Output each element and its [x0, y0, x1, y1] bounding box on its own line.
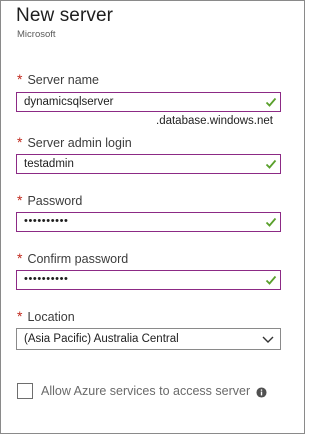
required-marker: *: [17, 192, 23, 208]
location-value: (Asia Pacific) Australia Central: [24, 333, 179, 345]
password-input[interactable]: ••••••••••: [16, 212, 281, 232]
password-value: ••••••••••: [24, 215, 69, 227]
location-label: * Location: [17, 308, 75, 324]
server-name-suffix: .database.windows.net: [156, 115, 273, 127]
info-icon[interactable]: [256, 387, 267, 398]
confirm-password-value: ••••••••••: [24, 273, 69, 285]
admin-login-value: testadmin: [24, 158, 74, 170]
admin-login-input[interactable]: testadmin: [16, 154, 281, 174]
confirm-password-input[interactable]: ••••••••••: [16, 270, 281, 290]
required-marker: *: [17, 250, 23, 266]
allow-azure-label[interactable]: Allow Azure services to access server: [41, 384, 250, 398]
checkmark-icon: [265, 97, 277, 107]
new-server-blade: New server Microsoft * Server name dynami…: [0, 0, 305, 434]
required-marker: *: [17, 71, 23, 87]
server-name-label: * Server name: [17, 71, 100, 87]
page-title: New server: [16, 5, 114, 26]
admin-login-label: * Server admin login: [17, 134, 132, 150]
required-marker: *: [17, 134, 23, 150]
checkmark-icon: [265, 217, 277, 227]
location-select[interactable]: (Asia Pacific) Australia Central: [16, 328, 281, 350]
page-subtitle: Microsoft: [17, 29, 56, 40]
chevron-down-icon[interactable]: [262, 334, 274, 344]
confirm-password-label: * Confirm password: [17, 250, 129, 266]
server-name-value: dynamicsqlserver: [24, 96, 114, 108]
required-marker: *: [17, 308, 23, 324]
password-label: * Password: [17, 192, 83, 208]
server-name-input[interactable]: dynamicsqlserver: [16, 92, 281, 112]
checkmark-icon: [265, 275, 277, 285]
allow-azure-checkbox[interactable]: [17, 383, 33, 399]
checkmark-icon: [265, 159, 277, 169]
